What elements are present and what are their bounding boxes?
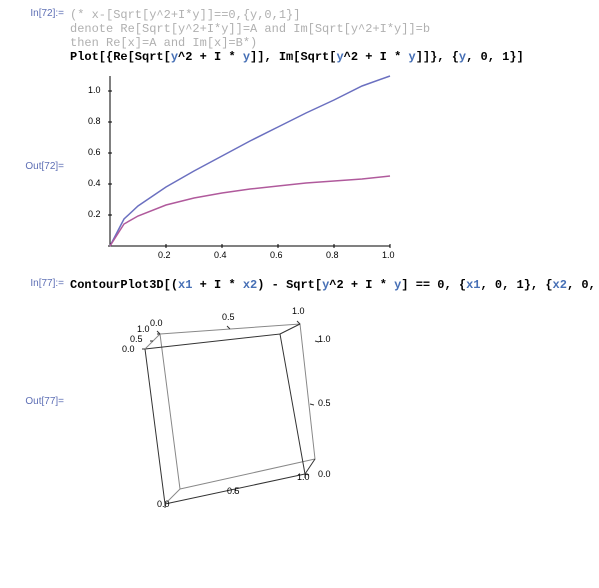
- ytick: 0.4: [88, 178, 101, 188]
- cell-out72: Out[72]=: [8, 66, 599, 266]
- in77-content[interactable]: ContourPlot3D[(x1 + I * x2) - Sqrt[y^2 +…: [70, 278, 599, 292]
- in77-label: In[77]:=: [8, 278, 70, 289]
- in72-comment3: then Re[x]=A and Im[x]=B*): [70, 36, 599, 50]
- in72-code: Plot[{Re[Sqrt[y^2 + I * y]], Im[Sqrt[y^2…: [70, 50, 599, 64]
- in72-comment2: denote Re[Sqrt[y^2+I*y]]=A and Im[Sqrt[y…: [70, 22, 599, 36]
- cube-tick: 0.0: [150, 318, 163, 328]
- cube-tick: 0.0: [157, 499, 170, 509]
- in72-comment1: (* x-[Sqrt[y^2+I*y]]==0,{y,0,1}]: [70, 8, 599, 22]
- ytick: 1.0: [88, 85, 101, 95]
- in77-code: ContourPlot3D[(x1 + I * x2) - Sqrt[y^2 +…: [70, 278, 599, 292]
- xtick: 0.2: [158, 250, 171, 260]
- plot-3d[interactable]: 0.0 0.5 1.0 0.0 0.5 1.0 0.0 0.5 1.0 0.0 …: [110, 294, 370, 509]
- plot-2d-svg: [70, 66, 400, 266]
- ytick: 0.2: [88, 209, 101, 219]
- xtick: 0.6: [270, 250, 283, 260]
- cube-tick: 1.0: [292, 306, 305, 316]
- cube-tick: 0.0: [122, 344, 135, 354]
- xtick: 0.8: [326, 250, 339, 260]
- plot-2d[interactable]: 0.2 0.4 0.6 0.8 1.0 0.2 0.4 0.6 0.8 1.0: [70, 66, 400, 266]
- ytick: 0.6: [88, 147, 101, 157]
- cube-tick: 1.0: [318, 334, 331, 344]
- cube-tick: 0.5: [318, 398, 331, 408]
- cube-tick: 0.5: [130, 334, 143, 344]
- cube-tick: 0.0: [318, 469, 331, 479]
- xtick: 1.0: [382, 250, 395, 260]
- cell-in72: In[72]:= (* x-[Sqrt[y^2+I*y]]==0,{y,0,1}…: [8, 8, 599, 64]
- cube-tick: 1.0: [137, 324, 150, 334]
- xtick: 0.4: [214, 250, 227, 260]
- out77-label: Out[77]=: [8, 396, 70, 407]
- out72-label: Out[72]=: [8, 161, 70, 172]
- cell-in77: In[77]:= ContourPlot3D[(x1 + I * x2) - S…: [8, 278, 599, 292]
- in72-content[interactable]: (* x-[Sqrt[y^2+I*y]]==0,{y,0,1}] denote …: [70, 8, 599, 64]
- cube-tick: 0.5: [222, 312, 235, 322]
- cube-tick: 1.0: [297, 472, 310, 482]
- in72-label: In[72]:=: [8, 8, 70, 19]
- cube-tick: 0.5: [227, 486, 240, 496]
- ytick: 0.8: [88, 116, 101, 126]
- cell-out77: Out[77]=: [8, 294, 599, 509]
